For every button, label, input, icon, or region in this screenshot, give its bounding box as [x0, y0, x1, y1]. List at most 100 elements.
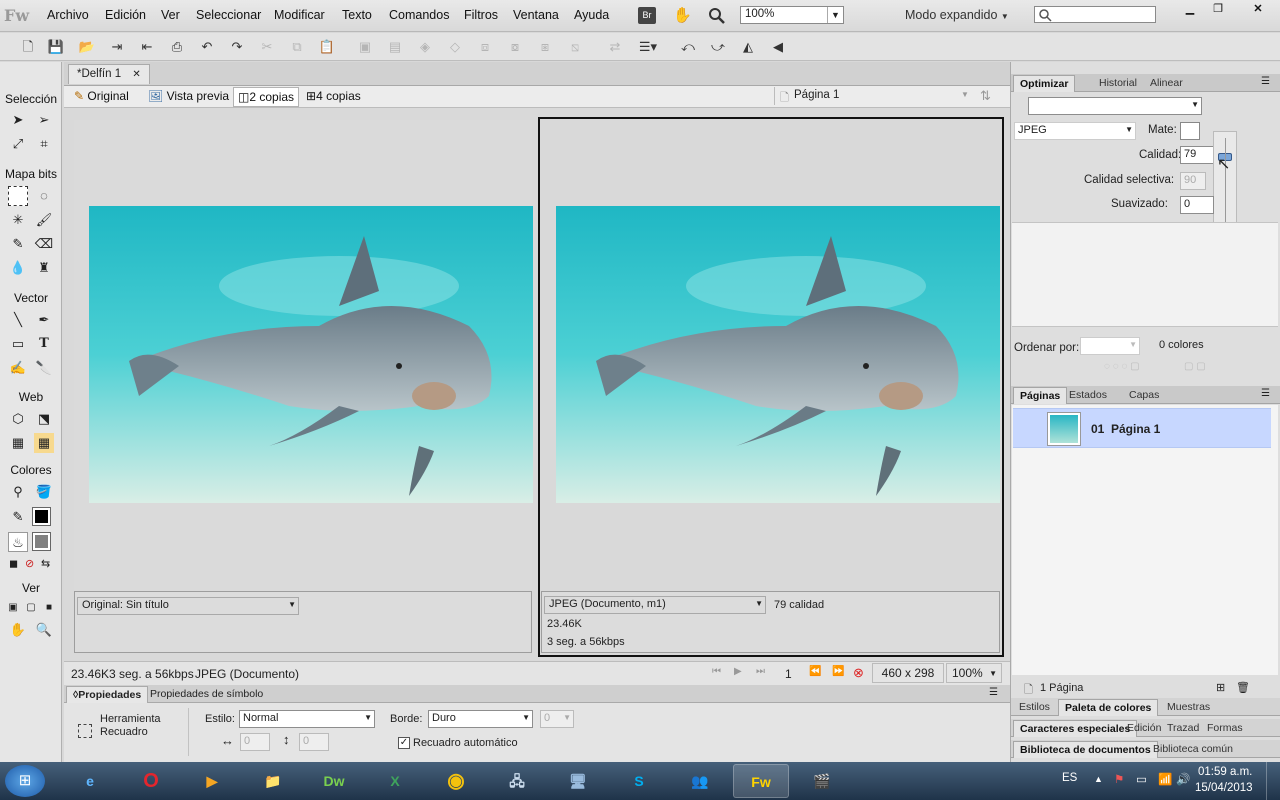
eyedropper-icon[interactable]: ⚲: [8, 482, 28, 502]
first-frame-icon[interactable]: ⏮: [712, 666, 721, 677]
menu-ayuda[interactable]: Ayuda: [574, 8, 609, 22]
redo-icon[interactable]: ↷: [227, 37, 247, 57]
tab-optimize[interactable]: Optimizar: [1013, 75, 1076, 92]
auto-crop-checkbox[interactable]: ✓: [398, 737, 410, 749]
taskbar-remote-icon[interactable]: 🖥: [550, 764, 606, 798]
clock-time[interactable]: 01:59 a.m.: [1198, 766, 1252, 778]
taskbar-dreamweaver-icon[interactable]: Dw: [306, 764, 362, 798]
crop-icon[interactable]: ⌗: [34, 134, 54, 154]
taskbar-fireworks-icon[interactable]: Fw: [733, 764, 789, 798]
rotate-right-icon[interactable]: ⤻: [708, 37, 728, 57]
paint-bucket-icon[interactable]: 🪣: [34, 482, 54, 502]
tab-paths[interactable]: Trazad: [1161, 720, 1205, 737]
eraser-icon[interactable]: ⌫: [34, 234, 54, 254]
color-edit-icons[interactable]: ▢ ▢: [1184, 361, 1206, 372]
paste-icon[interactable]: 📋: [317, 37, 337, 57]
restore-button[interactable]: ❐: [1204, 2, 1232, 18]
show-desktop-button[interactable]: [1266, 762, 1280, 800]
start-button[interactable]: ⊞: [5, 765, 45, 797]
help-search-input[interactable]: [1034, 6, 1156, 23]
tray-display-icon[interactable]: ▭: [1136, 772, 1147, 786]
workspace-switcher[interactable]: Modo expandido ▼: [905, 8, 1009, 22]
hand-tool-icon[interactable]: ✋: [8, 620, 28, 640]
group-icon[interactable]: ▣: [355, 37, 375, 57]
stroke-color-swatch[interactable]: [32, 507, 51, 526]
no-color-icon[interactable]: ⊘: [25, 557, 34, 570]
send-back-icon[interactable]: ⧅: [565, 37, 585, 57]
smoothing-field[interactable]: 0: [1180, 196, 1214, 214]
height-field[interactable]: 0: [299, 733, 329, 751]
tab-swatches[interactable]: Muestras: [1161, 699, 1216, 716]
blur-icon[interactable]: 💧: [8, 258, 28, 278]
tray-flag-icon[interactable]: ⚑: [1114, 772, 1124, 786]
new-page-icon[interactable]: ⊞: [1216, 681, 1225, 694]
panel-menu-icon[interactable]: ☰: [989, 687, 998, 698]
color-tool-icons[interactable]: ◌ ◌ ◌ ▢: [1104, 361, 1140, 372]
tray-volume-icon[interactable]: 🔊: [1176, 772, 1190, 786]
standard-screen-icon[interactable]: ▣: [3, 598, 23, 618]
pointer-icon[interactable]: ➤: [8, 110, 28, 130]
page-options-icon[interactable]: ⇅: [980, 88, 991, 104]
join-icon[interactable]: ◈: [415, 37, 435, 57]
tab-properties[interactable]: ◊Propiedades: [66, 686, 149, 703]
close-button[interactable]: ✕: [1238, 2, 1278, 18]
matte-swatch[interactable]: [1180, 122, 1200, 140]
align-menu-icon[interactable]: ☰▾: [635, 37, 661, 57]
open-icon[interactable]: 📂: [77, 37, 97, 57]
tab-common-library[interactable]: Biblioteca común: [1147, 741, 1239, 758]
canvas-dimensions[interactable]: 460 x 298: [872, 663, 944, 683]
taskbar-ie-icon[interactable]: e: [62, 764, 118, 798]
scale-icon[interactable]: ⤢: [8, 134, 28, 154]
menu-archivo[interactable]: Archivo: [47, 8, 89, 22]
default-colors-icon[interactable]: ◼: [9, 557, 18, 570]
hotspot-icon[interactable]: ⬡: [8, 409, 28, 429]
send-backward-icon[interactable]: ⧆: [535, 37, 555, 57]
menu-ventana[interactable]: Ventana: [513, 8, 559, 22]
rectangle-icon[interactable]: ▭: [8, 334, 28, 354]
next-frame-icon[interactable]: ⏩: [832, 666, 844, 677]
magic-wand-icon[interactable]: ✳: [8, 210, 28, 230]
taskbar-network-icon[interactable]: 🖧: [489, 764, 545, 798]
taskbar-hypercam-icon[interactable]: 🎬: [794, 764, 850, 798]
show-slices-icon[interactable]: ▦: [34, 433, 54, 453]
flip-vertical-icon[interactable]: ◀: [768, 37, 788, 57]
undo-icon[interactable]: ↶: [197, 37, 217, 57]
bring-front-icon[interactable]: ⧈: [475, 37, 495, 57]
zoom-icon[interactable]: [708, 7, 725, 24]
line-icon[interactable]: ╲: [8, 310, 28, 330]
bridge-button[interactable]: Br: [638, 7, 656, 24]
taskbar-excel-icon[interactable]: X: [367, 764, 423, 798]
export-icon[interactable]: ⇤: [137, 37, 157, 57]
knife-icon[interactable]: 🔪: [34, 358, 54, 378]
format-select[interactable]: JPEG ▼: [1014, 122, 1136, 140]
freeform-icon[interactable]: ✍: [8, 358, 28, 378]
minimize-button[interactable]: ▁: [1176, 2, 1204, 18]
taskbar-messenger-icon[interactable]: 👥: [672, 764, 728, 798]
zoom-select[interactable]: 100% ▼: [740, 6, 844, 24]
menu-modificar[interactable]: Modificar: [274, 8, 325, 22]
split-icon[interactable]: ◇: [445, 37, 465, 57]
chevron-down-icon[interactable]: ▼: [961, 90, 969, 99]
tab-shapes[interactable]: Formas: [1201, 720, 1249, 737]
menu-ver[interactable]: Ver: [161, 8, 180, 22]
play-icon[interactable]: ▶: [734, 666, 742, 677]
tab-4-up[interactable]: ⊞4 copias: [302, 87, 365, 107]
pencil-icon[interactable]: ✎: [8, 234, 28, 254]
taskbar-opera-icon[interactable]: O: [123, 764, 179, 798]
tab-document-library[interactable]: Biblioteca de documentos: [1013, 741, 1158, 758]
clock-date[interactable]: 15/04/2013: [1195, 782, 1253, 794]
copy-icon[interactable]: ⧉: [287, 37, 307, 57]
style-select[interactable]: Normal ▼: [239, 710, 375, 728]
edge-amount-field[interactable]: 0 ▼: [540, 710, 574, 728]
import-icon[interactable]: ⇥: [107, 37, 127, 57]
brush-icon[interactable]: 🖌: [34, 210, 54, 230]
cut-icon[interactable]: ✂: [257, 37, 277, 57]
stamp-icon[interactable]: ♜: [34, 258, 54, 278]
tab-symbol-properties[interactable]: Propiedades de símbolo: [144, 686, 269, 703]
menu-seleccionar[interactable]: Seleccionar: [196, 8, 261, 22]
subselection-icon[interactable]: ➢: [34, 110, 54, 130]
tab-styles[interactable]: Estilos: [1013, 699, 1056, 716]
fill-color-swatch[interactable]: [32, 532, 51, 551]
rotate-left-icon[interactable]: ⤺: [678, 37, 698, 57]
delete-page-icon[interactable]: 🗑: [1236, 681, 1250, 694]
